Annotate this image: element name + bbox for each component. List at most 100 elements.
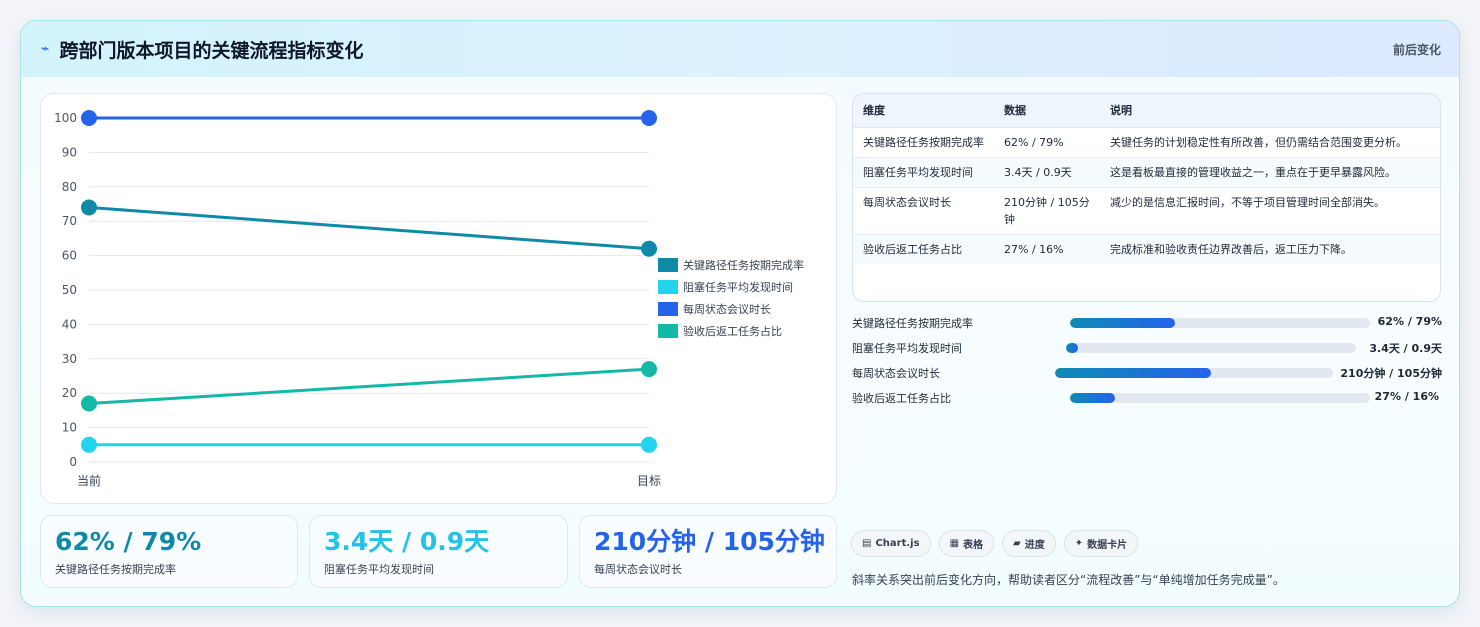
header-tag: 前后变化	[1392, 43, 1441, 57]
progress-fill	[1055, 368, 1211, 378]
chart-svg: 0 10 20 30 40 50 60 70 80 90 100 当前 目标 关键路径任务按期完成率阻塞任…	[54, 110, 804, 488]
y-tick-label: 0	[69, 455, 77, 469]
chip-label: 数据卡片	[1087, 540, 1128, 551]
table-cell-note: 减少的是信息汇报时间，不等于项目管理时间全部消失。	[1100, 187, 1440, 235]
table-header: 数据	[994, 94, 1100, 128]
chip-label: Chart.js	[875, 538, 920, 549]
legend-label: 关键路径任务按期完成率	[683, 258, 804, 272]
kpi-label: 阻塞任务平均发现时间	[324, 563, 434, 576]
kpi-value: 62% / 79%	[55, 527, 202, 556]
slope-chart: 0 10 20 30 40 50 60 70 80 90 100 当前 目标 关键路径任务按期完成率 阻塞任…	[40, 93, 837, 504]
progress-fill	[1066, 343, 1078, 353]
table-header: 维度	[853, 94, 994, 128]
table-cell-data: 3.4天 / 0.9天	[994, 157, 1100, 188]
metrics-table: 维度 数据 说明 关键路径任务按期完成率 62% / 79% 关键任务的计划稳定…	[852, 93, 1441, 302]
progress-row: 阻塞任务平均发现时间 3.4天 / 0.9天	[852, 340, 1442, 365]
kpi-label: 关键路径任务按期完成率	[55, 563, 176, 576]
series-line	[88, 205, 650, 251]
y-tick-label: 90	[62, 145, 77, 159]
table-icon: ▦	[949, 538, 960, 549]
chip-data-card[interactable]: ✦ 数据卡片	[1063, 530, 1139, 557]
progress-fill	[1070, 393, 1115, 403]
table-row: 每周状态会议时长 210分钟 / 105分钟 减少的是信息汇报时间，不等于项目管…	[853, 187, 1440, 235]
table-header-row: 维度 数据 说明	[853, 94, 1440, 128]
data-point	[641, 436, 657, 453]
data-point	[81, 199, 97, 216]
progress-value: 210分钟 / 105分钟	[1340, 367, 1442, 380]
trend-icon: ⌁	[41, 41, 50, 57]
chip-label: 表格	[963, 540, 984, 551]
y-tick-label: 20	[62, 386, 77, 400]
progress-label: 阻塞任务平均发现时间	[852, 342, 962, 355]
x-tick-label: 目标	[637, 474, 661, 488]
kpi-card-2: 210分钟 / 105分钟 每周状态会议时长	[579, 515, 837, 588]
table-row: 关键路径任务按期完成率 62% / 79% 关键任务的计划稳定性有所改善，但仍需…	[853, 127, 1440, 158]
table-row: 阻塞任务平均发现时间 3.4天 / 0.9天 这是看板最直接的管理收益之一，重点…	[853, 157, 1440, 188]
legend-swatch	[658, 258, 678, 272]
legend-label: 阻塞任务平均发现时间	[683, 280, 793, 294]
y-tick-label: 40	[62, 317, 77, 331]
data-point	[81, 436, 97, 453]
data-point	[641, 240, 657, 257]
tech-chips: ▤ Chart.js ▦ 表格 ▰ 进度 ✦ 数据卡片	[851, 530, 1139, 557]
kpi-card-1: 3.4天 / 0.9天 阻塞任务平均发现时间	[309, 515, 568, 588]
progress-track	[1070, 393, 1370, 403]
progress-value: 3.4天 / 0.9天	[1369, 342, 1442, 355]
table-cell-data: 210分钟 / 105分钟	[994, 187, 1100, 235]
progress-label: 关键路径任务按期完成率	[852, 317, 973, 330]
y-tick-label: 100	[54, 111, 77, 125]
chip-chartjs[interactable]: ▤ Chart.js	[851, 530, 931, 557]
legend-swatch	[658, 280, 678, 294]
progress-icon: ▰	[1013, 538, 1021, 549]
y-tick-label: 70	[62, 214, 77, 228]
table-cell-note: 关键任务的计划稳定性有所改善，但仍需结合范围变更分析。	[1100, 127, 1440, 158]
legend-swatch	[658, 324, 678, 338]
progress-fill	[1070, 318, 1175, 328]
progress-row: 每周状态会议时长 210分钟 / 105分钟	[852, 365, 1442, 390]
table-row: 验收后返工任务占比 27% / 16% 完成标准和验收责任边界改善后，返工压力下…	[853, 234, 1440, 264]
table-cell-dimension: 每周状态会议时长	[853, 187, 994, 235]
progress-row: 验收后返工任务占比 27% / 16%	[852, 390, 1442, 415]
legend-label: 验收后返工任务占比	[683, 324, 782, 338]
chip-table[interactable]: ▦ 表格	[938, 530, 995, 557]
data-point	[81, 395, 97, 412]
kpi-label: 每周状态会议时长	[594, 563, 682, 576]
kpi-card-0: 62% / 79% 关键路径任务按期完成率	[40, 515, 298, 588]
y-tick-label: 60	[62, 249, 77, 263]
data-point	[641, 110, 657, 126]
page-title: 跨部门版本项目的关键流程指标变化	[59, 39, 364, 62]
chip-progress[interactable]: ▰ 进度	[1002, 530, 1056, 557]
legend-swatch	[658, 302, 678, 316]
table-cell-note: 这是看板最直接的管理收益之一，重点在于更早暴露风险。	[1100, 157, 1440, 188]
table-cell-data: 27% / 16%	[994, 234, 1100, 264]
y-tick-label: 50	[62, 283, 77, 297]
table-cell-dimension: 验收后返工任务占比	[853, 234, 994, 264]
progress-value: 27% / 16%	[1374, 390, 1439, 403]
table-header: 说明	[1100, 94, 1440, 128]
table-cell-data: 62% / 79%	[994, 127, 1100, 158]
table-cell-note: 完成标准和验收责任边界改善后，返工压力下降。	[1100, 234, 1440, 264]
data-point	[81, 110, 97, 126]
progress-list: 关键路径任务按期完成率 62% / 79% 阻塞任务平均发现时间 3.4天 / …	[852, 315, 1442, 415]
y-tick-label: 80	[62, 180, 77, 194]
data-point	[641, 361, 657, 378]
progress-row: 关键路径任务按期完成率 62% / 79%	[852, 315, 1442, 340]
series-line	[88, 367, 650, 406]
kpi-value: 210分钟 / 105分钟	[594, 527, 825, 556]
y-tick-label: 10	[62, 421, 77, 435]
y-tick-label: 30	[62, 352, 77, 366]
legend-label: 每周状态会议时长	[683, 302, 771, 316]
chip-label: 进度	[1024, 540, 1045, 551]
progress-track	[1070, 318, 1370, 328]
card-header: ⌁ 跨部门版本项目的关键流程指标变化 前后变化	[21, 21, 1459, 77]
table-cell-dimension: 阻塞任务平均发现时间	[853, 157, 994, 188]
report-card: ⌁ 跨部门版本项目的关键流程指标变化 前后变化 0 10 20 30 40 50 60 70 8…	[20, 20, 1460, 607]
footnote: 斜率关系突出前后变化方向，帮助读者区分“流程改善”与“单纯增加任务完成量”。	[852, 573, 1285, 587]
chart-icon: ▤	[862, 538, 872, 549]
progress-track	[1066, 343, 1356, 353]
progress-value: 62% / 79%	[1377, 315, 1442, 328]
progress-label: 验收后返工任务占比	[852, 392, 951, 405]
x-tick-label: 当前	[77, 473, 101, 488]
sparkle-icon: ✦	[1074, 538, 1084, 549]
progress-track	[1055, 368, 1333, 378]
